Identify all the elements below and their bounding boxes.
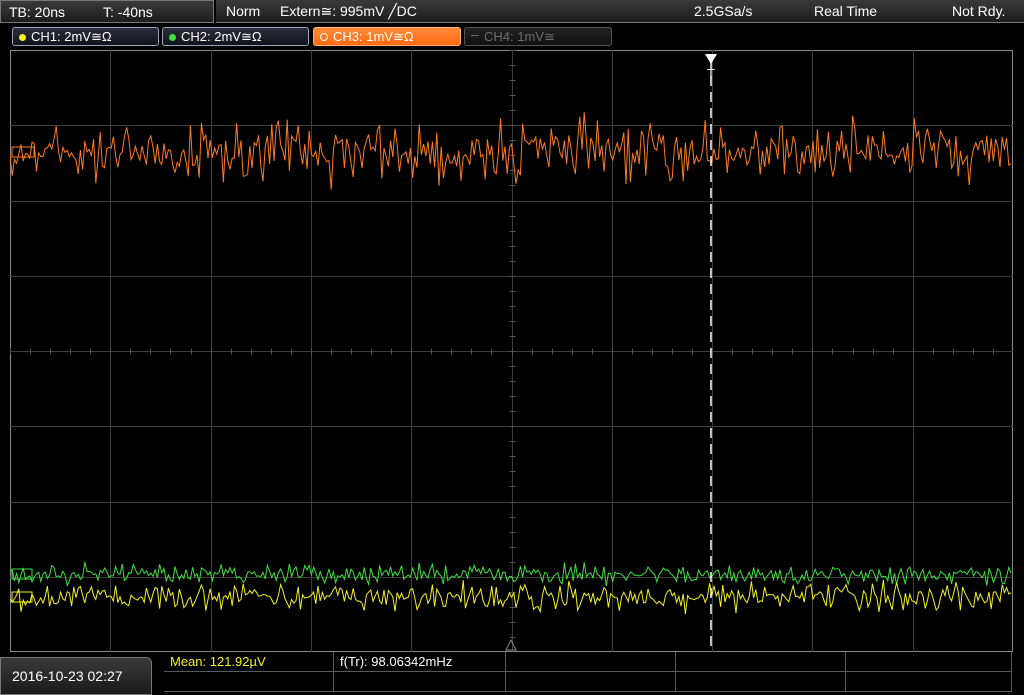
trigger-marker-label: T — [707, 66, 715, 81]
trigger-source: Extern≅: 995mV ╱DC — [280, 3, 417, 19]
measurement-slot-8[interactable] — [506, 672, 676, 692]
measurement-slot-9[interactable] — [676, 672, 846, 692]
trigger-mode: Norm — [226, 3, 261, 19]
status-bar[interactable]: Norm Extern≅: 995mV ╱DC 2.5GSa/s Real Ti… — [216, 0, 1024, 23]
ch3-dot-icon — [320, 33, 328, 41]
acquisition-state: Not Rdy. — [952, 3, 1006, 19]
ch4-dash-icon — [471, 35, 479, 37]
ch3-label: CH3: 1mV≅Ω — [333, 29, 414, 44]
channel-tab-ch3[interactable]: CH3: 1mV≅Ω — [313, 27, 461, 46]
measurement-slot-6[interactable] — [164, 672, 334, 692]
waveform-display[interactable]: T — [10, 50, 1013, 652]
ch2-dot-icon — [169, 34, 176, 41]
bottom-bar: 2016-10-23 02:27 Mean: 121.92µV f(Tr): 9… — [0, 652, 1024, 695]
channel-tab-ch4[interactable]: CH4: 1mV≅ — [464, 27, 612, 46]
measurement-table: Mean: 121.92µV f(Tr): 98.06342mHz — [164, 652, 1012, 695]
timebase-scale: TB: 20ns — [9, 4, 66, 20]
timebase-box[interactable]: TB: 20ns T: -40ns — [0, 0, 214, 23]
channel-bar: CH1: 2mV≅Ω CH2: 2mV≅Ω CH3: 1mV≅Ω CH4: 1m… — [0, 25, 1024, 49]
ch2-label: CH2: 2mV≅Ω — [181, 29, 262, 44]
measurement-slot-10[interactable] — [846, 672, 1012, 692]
acquisition-mode: Real Time — [814, 3, 878, 19]
datetime-box: 2016-10-23 02:27 — [0, 657, 152, 695]
ch1-label: CH1: 2mV≅Ω — [31, 29, 112, 44]
sample-rate: 2.5GSa/s — [694, 3, 753, 19]
trigger-offset: T: -40ns — [103, 4, 153, 20]
channel-tab-ch2[interactable]: CH2: 2mV≅Ω — [162, 27, 309, 46]
top-bar: TB: 20ns T: -40ns Norm Extern≅: 995mV ╱D… — [0, 0, 1024, 24]
ch1-dot-icon — [19, 34, 26, 41]
measurement-mean[interactable]: Mean: 121.92µV — [164, 652, 334, 672]
measurement-slot-7[interactable] — [334, 672, 506, 692]
measurement-slot-4[interactable] — [676, 652, 846, 672]
channel-tab-ch1[interactable]: CH1: 2mV≅Ω — [12, 27, 159, 46]
measurement-slot-5[interactable] — [846, 652, 1012, 672]
ch4-label: CH4: 1mV≅ — [484, 29, 555, 44]
measurement-slot-3[interactable] — [506, 652, 676, 672]
measurement-frequency[interactable]: f(Tr): 98.06342mHz — [334, 652, 506, 672]
